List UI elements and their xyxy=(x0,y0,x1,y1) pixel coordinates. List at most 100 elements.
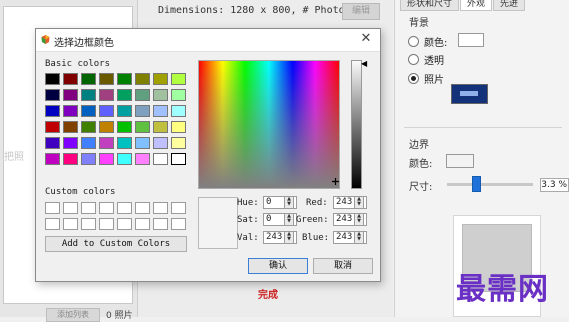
basic-color-swatch[interactable] xyxy=(117,73,132,85)
custom-color-slot[interactable] xyxy=(99,202,114,214)
basic-color-swatch[interactable] xyxy=(171,73,186,85)
basic-color-swatch[interactable] xyxy=(171,137,186,149)
basic-color-swatch[interactable] xyxy=(153,153,168,165)
dialog-titlebar[interactable]: 选择边框颜色 ✕ xyxy=(36,29,380,52)
basic-color-swatch[interactable] xyxy=(153,105,168,117)
radio-icon[interactable] xyxy=(408,36,419,47)
border-size-value[interactable]: 3.3 % xyxy=(540,178,569,192)
edit-button[interactable]: 编辑 xyxy=(342,3,380,20)
border-size-slider-track[interactable] xyxy=(447,183,533,186)
tab-advanced[interactable]: 先进 xyxy=(493,0,526,11)
background-photo-thumbnail[interactable] xyxy=(451,84,488,104)
basic-color-swatch[interactable] xyxy=(81,121,96,133)
basic-color-swatch[interactable] xyxy=(99,105,114,117)
basic-color-swatch[interactable] xyxy=(117,121,132,133)
basic-color-swatch[interactable] xyxy=(171,89,186,101)
basic-color-swatch[interactable] xyxy=(45,153,60,165)
custom-color-slot[interactable] xyxy=(153,202,168,214)
basic-color-swatch[interactable] xyxy=(135,153,150,165)
basic-color-swatch[interactable] xyxy=(99,153,114,165)
border-size-slider-handle[interactable] xyxy=(472,176,481,192)
tab-shape-size[interactable]: 形状和尺寸 xyxy=(400,0,460,11)
basic-color-swatch[interactable] xyxy=(63,89,78,101)
basic-color-swatch[interactable] xyxy=(135,137,150,149)
basic-color-swatch[interactable] xyxy=(135,89,150,101)
custom-color-slot[interactable] xyxy=(117,218,132,230)
basic-color-swatch[interactable] xyxy=(99,89,114,101)
ok-button[interactable]: 确认 xyxy=(248,258,308,274)
basic-color-swatch[interactable] xyxy=(153,137,168,149)
basic-color-swatch[interactable] xyxy=(63,137,78,149)
custom-color-slot[interactable] xyxy=(81,218,96,230)
basic-color-swatch[interactable] xyxy=(45,105,60,117)
cancel-button[interactable]: 取消 xyxy=(313,258,373,274)
custom-color-slot[interactable] xyxy=(153,218,168,230)
basic-color-swatch[interactable] xyxy=(99,73,114,85)
red-spin-icon[interactable]: ▲ ▼ xyxy=(354,196,364,209)
luminance-arrow-icon[interactable]: ◀ xyxy=(361,60,367,68)
custom-color-slot[interactable] xyxy=(63,202,78,214)
basic-color-swatch[interactable] xyxy=(135,121,150,133)
basic-color-swatch[interactable] xyxy=(45,89,60,101)
hue-spin-icon[interactable]: ▲ ▼ xyxy=(284,196,294,209)
photo-list-hint: 把照 xyxy=(4,152,24,163)
val-spin-icon[interactable]: ▲ ▼ xyxy=(284,231,294,244)
basic-color-swatch[interactable] xyxy=(117,137,132,149)
basic-color-swatch[interactable] xyxy=(63,121,78,133)
basic-color-swatch[interactable] xyxy=(171,105,186,117)
basic-color-swatch[interactable] xyxy=(81,153,96,165)
background-color-swatch[interactable] xyxy=(458,33,484,47)
radio-checked-icon[interactable] xyxy=(408,73,419,84)
background-color-option[interactable]: 颜色: xyxy=(408,34,447,49)
luminance-bar[interactable] xyxy=(351,60,362,189)
background-transparent-option[interactable]: 透明 xyxy=(408,52,444,67)
basic-color-swatch[interactable] xyxy=(45,73,60,85)
add-to-custom-colors-button[interactable]: Add to Custom Colors xyxy=(45,236,187,252)
custom-color-slot[interactable] xyxy=(99,218,114,230)
basic-color-swatch[interactable] xyxy=(117,89,132,101)
custom-color-slot[interactable] xyxy=(45,202,60,214)
basic-color-swatch[interactable] xyxy=(153,73,168,85)
custom-color-slot[interactable] xyxy=(45,218,60,230)
custom-color-slot[interactable] xyxy=(135,202,150,214)
custom-color-slot[interactable] xyxy=(135,218,150,230)
color-spectrum[interactable] xyxy=(198,60,340,189)
basic-color-swatch[interactable] xyxy=(63,153,78,165)
basic-color-swatch[interactable] xyxy=(45,121,60,133)
radio-icon[interactable] xyxy=(408,54,419,65)
background-photo-option[interactable]: 照片 xyxy=(408,71,444,86)
green-spin-icon[interactable]: ▲ ▼ xyxy=(354,213,364,226)
basic-color-swatch[interactable] xyxy=(171,121,186,133)
border-size-label: 尺寸: xyxy=(409,182,433,193)
basic-color-swatch[interactable] xyxy=(117,153,132,165)
basic-color-swatch[interactable] xyxy=(153,89,168,101)
basic-color-swatch[interactable] xyxy=(45,137,60,149)
basic-color-swatch[interactable] xyxy=(171,153,186,165)
basic-color-swatch[interactable] xyxy=(99,121,114,133)
blue-spin-icon[interactable]: ▲ ▼ xyxy=(354,231,364,244)
add-list-button[interactable]: 添加列表 xyxy=(46,308,100,322)
basic-color-swatch[interactable] xyxy=(81,73,96,85)
basic-color-swatch[interactable] xyxy=(135,105,150,117)
close-icon[interactable]: ✕ xyxy=(358,31,374,47)
basic-color-swatch[interactable] xyxy=(63,73,78,85)
spectrum-crosshair-icon[interactable] xyxy=(332,178,339,185)
custom-color-slot[interactable] xyxy=(171,202,186,214)
border-color-swatch[interactable] xyxy=(446,154,474,168)
site-watermark: 最需网 xyxy=(456,272,549,307)
custom-colors-label: Custom colors xyxy=(45,187,116,197)
basic-color-swatch[interactable] xyxy=(81,105,96,117)
basic-color-swatch[interactable] xyxy=(135,73,150,85)
basic-color-swatch[interactable] xyxy=(153,121,168,133)
basic-color-swatch[interactable] xyxy=(81,137,96,149)
basic-color-swatch[interactable] xyxy=(63,105,78,117)
sat-spin-icon[interactable]: ▲ ▼ xyxy=(284,213,294,226)
basic-color-swatch[interactable] xyxy=(81,89,96,101)
tab-appearance[interactable]: 外观 xyxy=(460,0,493,11)
custom-color-slot[interactable] xyxy=(171,218,186,230)
custom-color-slot[interactable] xyxy=(81,202,96,214)
basic-color-swatch[interactable] xyxy=(117,105,132,117)
basic-color-swatch[interactable] xyxy=(99,137,114,149)
custom-color-slot[interactable] xyxy=(63,218,78,230)
custom-color-slot[interactable] xyxy=(117,202,132,214)
